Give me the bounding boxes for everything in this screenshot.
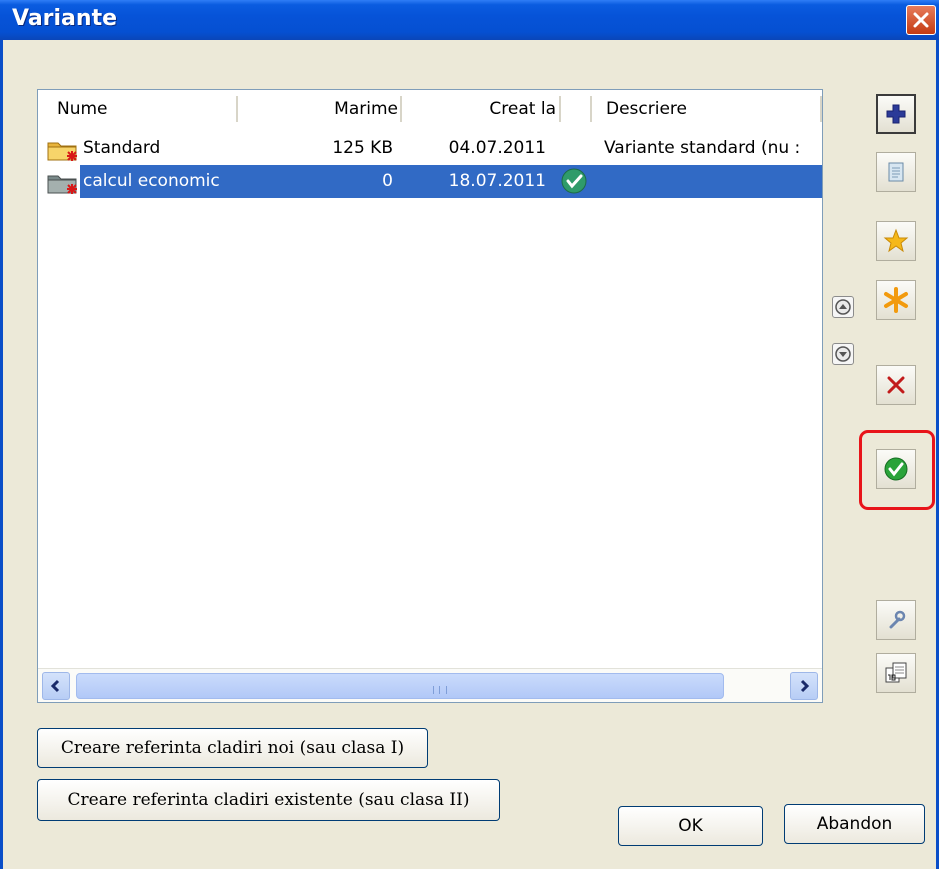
column-divider[interactable]: [236, 96, 239, 122]
variant-name: calcul economic: [80, 165, 236, 198]
delete-variant-button[interactable]: [876, 365, 916, 405]
variant-created: 04.07.2011: [448, 138, 546, 158]
variant-size: 0: [236, 165, 400, 198]
wrench-icon: [889, 610, 906, 629]
scroll-left-button[interactable]: [42, 672, 70, 700]
calendar-button[interactable]: [876, 653, 916, 693]
column-divider[interactable]: [590, 96, 593, 122]
ok-button[interactable]: OK: [618, 806, 763, 846]
add-icon: [886, 104, 906, 124]
scrollbar-thumb[interactable]: [76, 673, 724, 699]
move-up-button[interactable]: [832, 296, 854, 318]
horizontal-scrollbar[interactable]: [38, 668, 822, 702]
create-existing-reference-button[interactable]: Creare referinta cladiri existente (sau …: [37, 779, 500, 821]
favorite-button[interactable]: [876, 221, 916, 261]
scroll-right-button[interactable]: [790, 672, 818, 700]
variant-description: Variante standard (nu :: [604, 138, 801, 158]
folder-icon: [46, 132, 80, 165]
list-item[interactable]: Standard 125 KB 04.07.2011 Variante stan…: [38, 132, 822, 165]
star-icon: [883, 228, 909, 253]
list-header: Nume Marime Creat la Descriere: [38, 90, 822, 128]
column-header-creat-la[interactable]: Creat la: [406, 90, 556, 128]
title-bar[interactable]: Variante: [0, 0, 939, 40]
notepad-icon: [888, 162, 904, 182]
variants-list[interactable]: Nume Marime Creat la Descriere Standard …: [37, 89, 823, 703]
column-divider[interactable]: [820, 96, 822, 122]
asterisk-icon: [884, 287, 908, 313]
add-variant-button[interactable]: [876, 94, 916, 134]
delete-icon: [887, 376, 905, 394]
variant-size: 125 KB: [332, 138, 393, 158]
cancel-button[interactable]: Abandon: [784, 804, 925, 844]
chevron-right-icon: [800, 679, 810, 693]
chevron-left-icon: [50, 679, 60, 693]
variant-created: 18.07.2011: [400, 165, 560, 198]
grip-icon: [433, 686, 447, 694]
variante-dialog: Variante Nume Marime Creat la Descriere: [0, 0, 939, 869]
move-down-icon: [835, 346, 851, 362]
calendar-icon: [885, 662, 907, 683]
edit-variant-button[interactable]: [876, 152, 916, 192]
variant-name: Standard: [83, 138, 161, 158]
settings-button[interactable]: [876, 600, 916, 640]
column-header-nume[interactable]: Nume: [57, 90, 108, 128]
move-down-button[interactable]: [832, 343, 854, 365]
active-check-icon: [560, 165, 590, 198]
new-variant-button[interactable]: [876, 280, 916, 320]
move-up-icon: [835, 299, 851, 315]
column-divider[interactable]: [400, 96, 403, 122]
column-divider[interactable]: [559, 96, 562, 122]
variant-description: [590, 165, 822, 198]
folder-icon: [46, 165, 80, 198]
close-icon: [913, 12, 929, 28]
window-frame-left: [0, 40, 3, 869]
create-new-reference-button[interactable]: Creare referinta cladiri noi (sau clasa …: [37, 728, 428, 768]
close-button[interactable]: [906, 5, 936, 35]
column-header-marime[interactable]: Marime: [243, 90, 398, 128]
window-title: Variante: [12, 6, 118, 31]
list-item[interactable]: calcul economic 0 18.07.2011: [38, 165, 822, 198]
column-header-descriere[interactable]: Descriere: [606, 90, 687, 128]
highlight-ring: [859, 430, 935, 510]
